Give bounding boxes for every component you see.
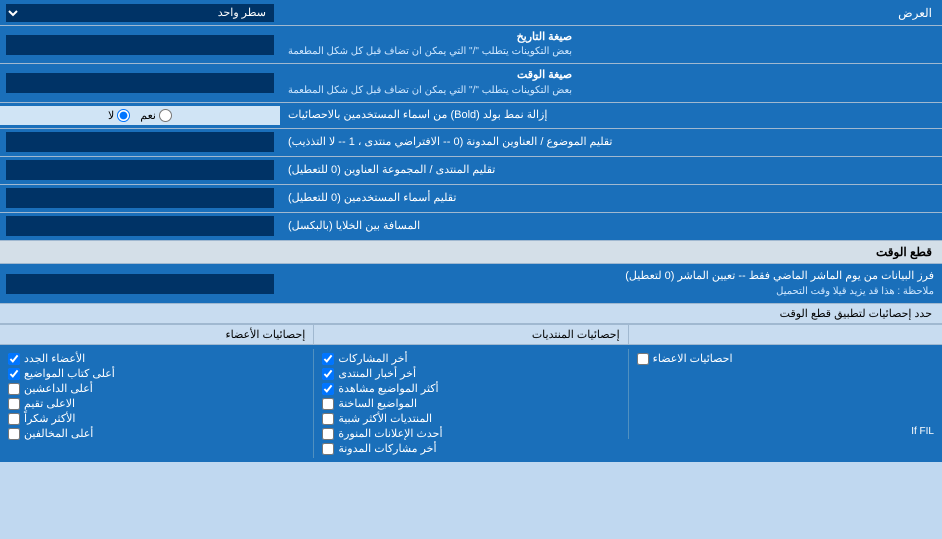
usernames-trim-input-container: 0 — [0, 185, 280, 212]
checkbox-hot-topics[interactable] — [322, 398, 334, 410]
list-item: الاعلى تقيم — [8, 396, 305, 411]
page-title: العرض — [280, 3, 942, 23]
list-item: أعلى كتاب المواضيع — [8, 366, 305, 381]
checkbox-most-thanked[interactable] — [8, 413, 20, 425]
if-fil-label: If FIL — [637, 426, 934, 437]
list-item: المنتديات الأكثر شبية — [322, 411, 619, 426]
cell-spacing-label: المسافة بين الخلايا (بالبكسل) — [280, 213, 942, 240]
checkbox-top-violators[interactable] — [8, 428, 20, 440]
bold-radio-no[interactable] — [117, 109, 130, 122]
top-row-left-label: العرض — [280, 3, 942, 23]
list-item: أخر المشاركات — [322, 351, 619, 366]
top-select[interactable]: سطر واحد سطرين ثلاثة أسطر — [6, 4, 274, 22]
time-format-label: صيغة الوقت بعض التكوينات يتطلب "/" التي … — [280, 64, 942, 101]
bold-radio-yes[interactable] — [159, 109, 172, 122]
list-item: أحدث الإعلانات المنورة — [322, 426, 619, 441]
date-format-input-container: d-m — [0, 26, 280, 63]
stats-limit-row: حدد إحصائيات لتطبيق قطع الوقت — [0, 304, 942, 324]
topic-order-input-container: 33 — [0, 129, 280, 156]
bold-remove-radio-container: نعم لا — [0, 106, 280, 125]
time-cutoff-input[interactable]: 0 — [6, 274, 274, 294]
forum-order-input[interactable]: 33 — [6, 160, 274, 180]
time-cutoff-header: قطع الوقت — [0, 241, 942, 264]
col1-header: إحصائيات الأعضاء — [0, 325, 313, 344]
list-item: المواضيع الساخنة — [322, 396, 619, 411]
checkbox-last-posts[interactable] — [322, 353, 334, 365]
time-format-row: صيغة الوقت بعض التكوينات يتطلب "/" التي … — [0, 64, 942, 102]
time-cutoff-row: فرز البيانات من يوم الماشر الماضي فقط --… — [0, 264, 942, 305]
checkbox-most-viewed[interactable] — [322, 383, 334, 395]
date-format-input[interactable]: d-m — [6, 35, 274, 55]
cell-spacing-row: المسافة بين الخلايا (بالبكسل) 2 — [0, 213, 942, 241]
list-item: احصائيات الاعضاء — [637, 351, 934, 366]
topic-order-input[interactable]: 33 — [6, 132, 274, 152]
list-item: أخر مشاركات المدونة — [322, 441, 619, 456]
top-row: العرض سطر واحد سطرين ثلاثة أسطر — [0, 0, 942, 26]
date-format-label: صيغة التاريخ بعض التكوينات يتطلب "/" الت… — [280, 26, 942, 63]
forum-order-label: تقليم المنتدى / المجموعة العناوين (0 للت… — [280, 157, 942, 184]
bold-remove-row: إزالة نمط بولد (Bold) من اسماء المستخدمي… — [0, 103, 942, 129]
col2-header: إحصائيات المنتديات — [313, 325, 627, 344]
bold-remove-label: إزالة نمط بولد (Bold) من اسماء المستخدمي… — [280, 104, 942, 127]
checkbox-top-rated[interactable] — [8, 398, 20, 410]
topic-order-label: تقليم الموضوع / العناوين المدونة (0 -- ا… — [280, 129, 942, 156]
checkbox-blog-posts[interactable] — [322, 443, 334, 455]
checkbox-announcements[interactable] — [322, 428, 334, 440]
checkbox-stats-members[interactable] — [637, 353, 649, 365]
topic-order-row: تقليم الموضوع / العناوين المدونة (0 -- ا… — [0, 129, 942, 157]
usernames-trim-row: تقليم أسماء المستخدمين (0 للتعطيل) 0 — [0, 185, 942, 213]
forum-order-row: تقليم المنتدى / المجموعة العناوين (0 للت… — [0, 157, 942, 185]
time-format-input[interactable]: H:i — [6, 73, 274, 93]
checkbox-top-referrers[interactable] — [8, 383, 20, 395]
checkbox-most-active-forums[interactable] — [322, 413, 334, 425]
checkbox-col1: الأعضاء الجدد أعلى كتاب المواضيع أعلى ال… — [0, 349, 313, 443]
cell-spacing-input[interactable]: 2 — [6, 216, 274, 236]
list-item: الأكثر شكراً — [8, 411, 305, 426]
time-cutoff-input-container: 0 — [0, 264, 280, 304]
list-item: أخر أخبار المنتدى — [322, 366, 619, 381]
checkbox-headers: إحصائيات المنتديات إحصائيات الأعضاء — [0, 325, 942, 345]
list-item: أعلى المخالفين — [8, 426, 305, 441]
usernames-trim-input[interactable]: 0 — [6, 188, 274, 208]
usernames-trim-label: تقليم أسماء المستخدمين (0 للتعطيل) — [280, 185, 942, 212]
bold-radio-no-label[interactable]: لا — [108, 109, 130, 122]
forum-order-input-container: 33 — [0, 157, 280, 184]
checkbox-top-posters[interactable] — [8, 368, 20, 380]
checkbox-content: احصائيات الاعضاء If FIL أخر المشاركات أخ… — [0, 345, 942, 462]
bold-radio-yes-label[interactable]: نعم — [140, 109, 172, 122]
checkbox-last-news[interactable] — [322, 368, 334, 380]
list-item: أعلى الداعشين — [8, 381, 305, 396]
time-format-input-container: H:i — [0, 64, 280, 101]
date-format-row: صيغة التاريخ بعض التكوينات يتطلب "/" الت… — [0, 26, 942, 64]
time-cutoff-label: فرز البيانات من يوم الماشر الماضي فقط --… — [280, 264, 942, 304]
list-item: أكثر المواضيع مشاهدة — [322, 381, 619, 396]
cell-spacing-input-container: 2 — [0, 213, 280, 240]
top-select-container: سطر واحد سطرين ثلاثة أسطر — [0, 1, 280, 25]
list-item: الأعضاء الجدد — [8, 351, 305, 366]
checkbox-col3: احصائيات الاعضاء If FIL — [628, 349, 942, 439]
checkboxes-section: إحصائيات المنتديات إحصائيات الأعضاء احصا… — [0, 324, 942, 462]
col3-header — [628, 325, 942, 344]
main-container: العرض سطر واحد سطرين ثلاثة أسطر صيغة الت… — [0, 0, 942, 462]
checkbox-new-members[interactable] — [8, 353, 20, 365]
checkbox-col2: أخر المشاركات أخر أخبار المنتدى أكثر الم… — [313, 349, 627, 458]
